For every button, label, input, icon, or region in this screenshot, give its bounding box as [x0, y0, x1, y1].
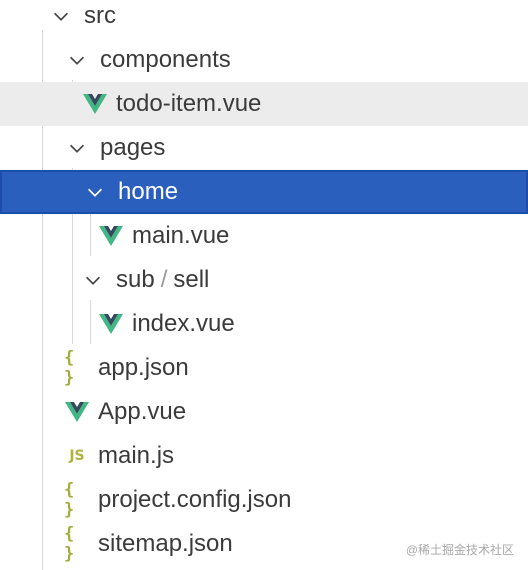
file-label: app.json — [98, 354, 189, 381]
folder-src[interactable]: src — [0, 0, 528, 38]
chevron-down-icon — [82, 179, 108, 205]
file-main-vue[interactable]: main.vue — [0, 214, 528, 258]
file-index-vue[interactable]: index.vue — [0, 302, 528, 346]
file-label: main.vue — [132, 222, 230, 249]
folder-home[interactable]: home — [0, 170, 528, 214]
file-main-js[interactable]: JS main.js — [0, 434, 528, 478]
folder-label-sell: sell — [173, 266, 210, 293]
file-label: main.js — [98, 442, 175, 469]
chevron-down-icon — [80, 267, 106, 293]
file-project-config-json[interactable]: { } project.config.json — [0, 478, 528, 522]
vue-icon — [64, 399, 90, 425]
path-separator: / — [160, 266, 168, 293]
file-label: App.vue — [98, 398, 187, 425]
folder-sub-sell[interactable]: sub / sell — [0, 258, 528, 302]
file-app-vue[interactable]: App.vue — [0, 390, 528, 434]
file-app-json[interactable]: { } app.json — [0, 346, 528, 390]
json-icon: { } — [64, 480, 76, 520]
file-label: todo-item.vue — [116, 90, 262, 117]
folder-label-sub: sub — [116, 266, 155, 293]
folder-pages[interactable]: pages — [0, 126, 528, 170]
folder-label: pages — [100, 134, 166, 161]
chevron-down-icon — [64, 47, 90, 73]
file-todo-item-vue[interactable]: todo-item.vue — [0, 82, 528, 126]
vue-icon — [98, 223, 124, 249]
chevron-down-icon — [64, 135, 90, 161]
file-label: index.vue — [132, 310, 235, 337]
file-label: project.config.json — [98, 486, 292, 513]
vue-icon — [82, 91, 108, 117]
folder-label: components — [100, 46, 231, 73]
js-icon: JS — [69, 448, 85, 464]
folder-label: home — [118, 178, 179, 205]
chevron-down-icon — [48, 3, 74, 29]
folder-components[interactable]: components — [0, 38, 528, 82]
vue-icon — [98, 311, 124, 337]
json-icon: { } — [64, 524, 76, 564]
watermark: @稀土掘金技术社区 — [405, 543, 514, 557]
folder-label: src — [84, 2, 116, 29]
file-label: sitemap.json — [98, 530, 233, 557]
json-icon: { } — [64, 348, 76, 388]
